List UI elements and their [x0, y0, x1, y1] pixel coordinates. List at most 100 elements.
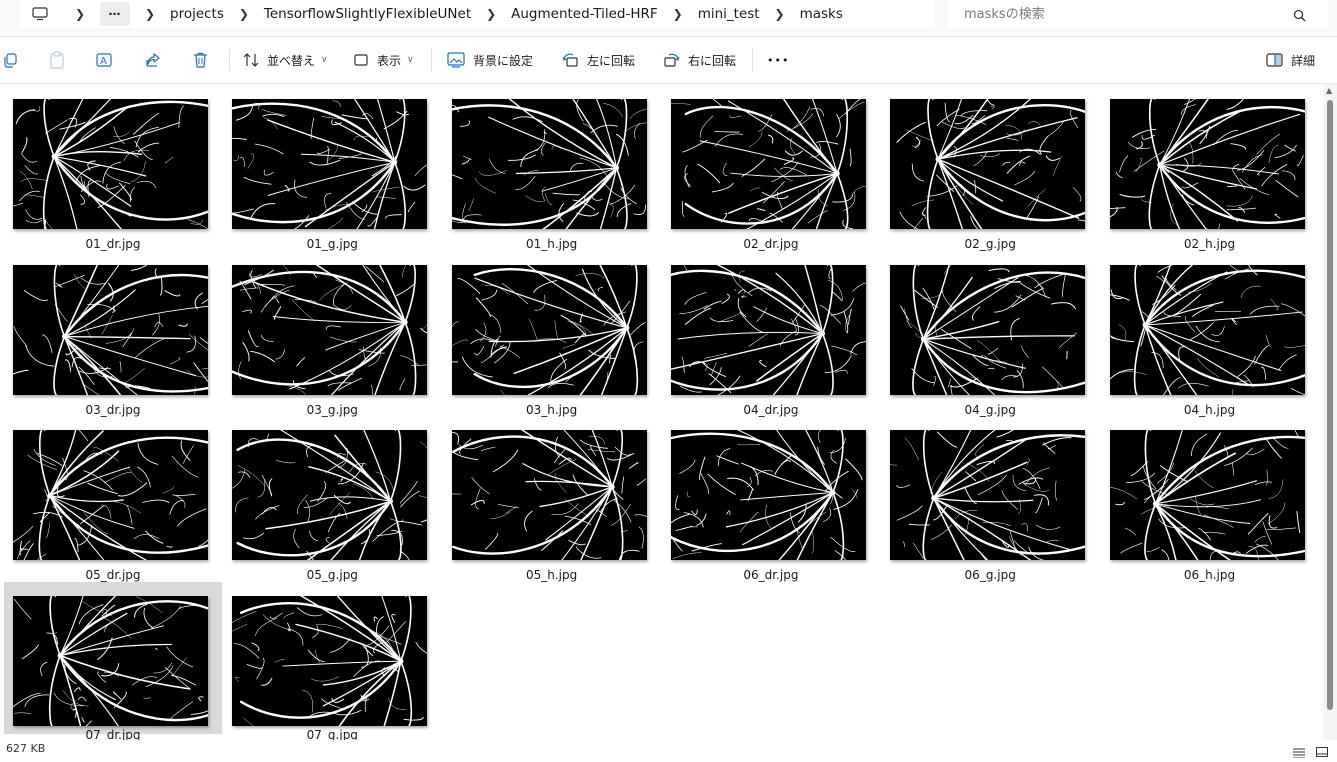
rotate-right-label: 右に回転	[688, 53, 737, 68]
vessel-mask-image	[451, 99, 647, 229]
paste-button[interactable]	[49, 49, 65, 71]
file-name: 07_g.jpg	[306, 727, 358, 741]
file-tile[interactable]: 03_dr.jpg	[4, 251, 222, 417]
rotate-left-button[interactable]: 左に回転	[562, 49, 635, 71]
chevron-right-icon: ❯	[672, 7, 683, 21]
file-name: 06_h.jpg	[1183, 568, 1236, 582]
vessel-mask-image	[232, 430, 428, 560]
file-name: 05_h.jpg	[525, 568, 578, 582]
file-tile[interactable]: 01_dr.jpg	[4, 85, 222, 251]
computer-icon[interactable]	[20, 7, 60, 21]
rename-button[interactable]: A	[96, 49, 114, 71]
vessel-mask-image	[232, 99, 428, 229]
view-button[interactable]: 表示 ∨	[353, 49, 414, 71]
file-thumbnail	[451, 99, 647, 229]
search-input[interactable]	[962, 5, 1296, 23]
file-tile[interactable]: 02_g.jpg	[881, 85, 1099, 251]
vessel-mask-image	[670, 99, 866, 229]
toolbar-divider	[752, 49, 753, 71]
file-thumbnail	[13, 595, 208, 726]
file-thumbnail	[1109, 99, 1305, 229]
rotate-left-icon	[562, 52, 579, 68]
details-view-icon[interactable]	[1293, 743, 1305, 762]
wallpaper-icon	[447, 52, 465, 68]
file-tile[interactable]: 01_g.jpg	[223, 85, 441, 251]
copy-button[interactable]	[2, 49, 18, 71]
rename-icon: A	[96, 52, 114, 68]
file-tile[interactable]: 05_g.jpg	[223, 416, 441, 582]
vertical-scrollbar[interactable]: ▲	[1323, 84, 1337, 740]
file-thumbnail	[451, 264, 647, 395]
vessel-mask-image	[13, 430, 208, 560]
file-name: 05_dr.jpg	[85, 568, 141, 582]
file-thumbnail	[13, 99, 208, 229]
scroll-up-icon[interactable]: ▲	[1326, 86, 1332, 95]
selection-size: 627 KB	[6, 742, 46, 755]
vessel-mask-image	[13, 264, 208, 395]
file-tile[interactable]: 06_dr.jpg	[662, 416, 880, 582]
file-tile[interactable]: 07_dr.jpg	[4, 581, 222, 740]
breadcrumb-item-mini-test[interactable]: mini_test	[698, 6, 760, 22]
set-background-label: 背景に設定	[473, 53, 534, 68]
file-tile[interactable]: 04_dr.jpg	[662, 251, 880, 417]
file-thumbnail	[890, 99, 1086, 229]
breadcrumb: ❯ ⋯ ❯ projects ❯ TensorflowSlightlyFlexi…	[20, 0, 935, 28]
share-button[interactable]	[145, 49, 161, 71]
delete-button[interactable]	[193, 49, 208, 71]
file-tile[interactable]: 07_g.jpg	[223, 582, 441, 740]
share-icon	[145, 52, 161, 68]
scroll-thumb[interactable]	[1327, 100, 1333, 710]
file-tile[interactable]: 06_g.jpg	[881, 416, 1099, 582]
file-grid: 01_dr.jpg 01_g.jpg 01_h.jpg 02_dr.jpg 02_g.j…	[0, 84, 1323, 740]
search-box	[948, 0, 1328, 28]
search-icon[interactable]	[1293, 7, 1306, 26]
file-tile[interactable]: 06_h.jpg	[1101, 416, 1319, 582]
file-tile[interactable]: 04_g.jpg	[881, 251, 1099, 417]
file-name: 02_g.jpg	[964, 237, 1016, 251]
breadcrumb-item-unet[interactable]: TensorflowSlightlyFlexibleUNet	[264, 6, 471, 22]
set-background-button[interactable]: 背景に設定	[447, 49, 533, 71]
file-tile[interactable]: 05_h.jpg	[443, 416, 661, 582]
vessel-mask-image	[890, 264, 1086, 395]
file-tile[interactable]: 03_g.jpg	[223, 251, 441, 417]
file-name: 02_dr.jpg	[743, 237, 799, 251]
vessel-mask-image	[890, 99, 1086, 229]
file-tile[interactable]: 04_h.jpg	[1101, 251, 1319, 417]
breadcrumb-item-projects[interactable]: projects	[170, 6, 224, 22]
view-label: 表示	[377, 53, 402, 68]
toolbar-divider	[431, 49, 432, 71]
sort-button[interactable]: 並べ替え ∨	[243, 49, 328, 71]
breadcrumb-overflow-button[interactable]: ⋯	[100, 2, 130, 26]
file-thumbnail	[451, 430, 647, 560]
file-tile[interactable]: 05_dr.jpg	[4, 416, 222, 582]
file-tile[interactable]: 02_h.jpg	[1101, 85, 1319, 251]
vessel-mask-image	[13, 595, 208, 726]
chevron-right-icon: ❯	[74, 7, 86, 21]
vessel-mask-image	[1109, 264, 1305, 395]
file-tile[interactable]: 03_h.jpg	[443, 251, 661, 417]
rotate-right-button[interactable]: 右に回転	[663, 49, 736, 71]
vessel-mask-image	[232, 264, 428, 395]
file-tile[interactable]: 02_dr.jpg	[662, 85, 880, 251]
file-name: 06_g.jpg	[964, 568, 1016, 582]
more-icon[interactable]: •••	[767, 49, 789, 71]
tiles-view-icon[interactable]	[1316, 743, 1328, 762]
file-name: 06_dr.jpg	[743, 568, 799, 582]
breadcrumb-item-masks[interactable]: masks	[800, 6, 843, 22]
address-bar: ❯ ⋯ ❯ projects ❯ TensorflowSlightlyFlexi…	[0, 0, 1337, 37]
file-tile[interactable]: 01_h.jpg	[443, 85, 661, 251]
vessel-mask-image	[1109, 430, 1305, 560]
file-name: 01_h.jpg	[525, 237, 578, 251]
file-thumbnail	[670, 430, 866, 560]
file-name: 04_h.jpg	[1183, 402, 1236, 417]
file-thumbnail	[232, 430, 428, 560]
file-thumbnail	[232, 99, 428, 229]
vessel-mask-image	[232, 595, 428, 726]
details-pane-button[interactable]: 詳細	[1266, 49, 1315, 71]
chevron-right-icon: ❯	[486, 7, 497, 21]
file-name: 01_dr.jpg	[85, 237, 141, 251]
vessel-mask-image	[451, 264, 647, 395]
file-name: 03_dr.jpg	[85, 402, 141, 417]
file-thumbnail	[13, 264, 208, 395]
breadcrumb-item-hrf[interactable]: Augmented-Tiled-HRF	[511, 6, 658, 22]
